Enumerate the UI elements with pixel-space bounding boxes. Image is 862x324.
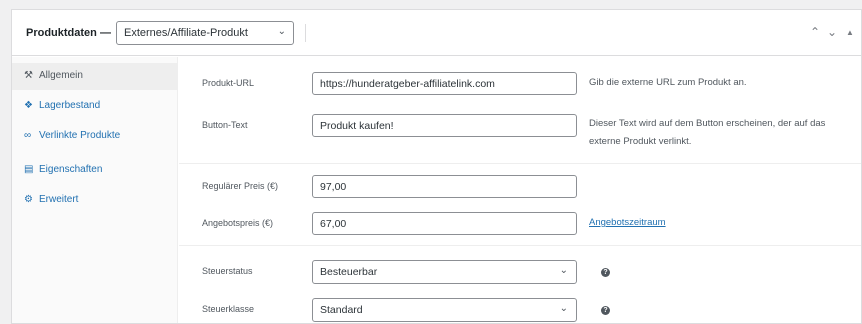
- tab-verlinkte-produkte[interactable]: ∞ Verlinkte Produkte: [12, 123, 177, 150]
- product-data-panel: Produktdaten — Externes/Affiliate-Produk…: [11, 9, 862, 324]
- button-text-description-line-2: externe Produkt verlinkt.: [589, 136, 692, 147]
- product-data-tabs: ⚒ Allgemein ❖ Lagerbestand ∞ Verlinkte Prod…: [12, 57, 178, 323]
- product-type-select[interactable]: Externes/Affiliate-Produkt ⌄: [116, 21, 294, 45]
- tab-lagerbestand[interactable]: ❖ Lagerbestand: [12, 93, 177, 120]
- tab-allgemein[interactable]: ⚒ Allgemein: [12, 63, 177, 90]
- tab-eigenschaften[interactable]: ▤ Eigenschaften: [12, 157, 177, 184]
- move-down-icon[interactable]: ⌄: [827, 25, 837, 39]
- section-divider: [179, 245, 861, 246]
- tab-label: Erweitert: [39, 194, 79, 205]
- gear-icon: ⚙: [24, 194, 33, 205]
- product-url-label: Produkt-URL: [202, 78, 255, 88]
- button-text-input[interactable]: Produkt kaufen!: [312, 114, 577, 137]
- panel-header: Produktdaten — Externes/Affiliate-Produk…: [12, 10, 861, 56]
- tab-label: Eigenschaften: [39, 164, 103, 175]
- move-up-icon[interactable]: ⌃: [810, 25, 820, 39]
- product-type-value: Externes/Affiliate-Produkt: [124, 27, 248, 39]
- help-icon[interactable]: ?: [601, 306, 610, 315]
- table-icon: ▤: [24, 164, 34, 175]
- wrench-icon: ⚒: [24, 70, 33, 81]
- help-icon[interactable]: ?: [601, 268, 610, 277]
- regular-price-value: 97,00: [320, 181, 347, 193]
- tax-status-select[interactable]: Besteuerbar ⌄: [312, 260, 577, 284]
- product-url-value: https://hunderatgeber-affiliatelink.com: [320, 78, 495, 90]
- regular-price-input[interactable]: 97,00: [312, 175, 577, 198]
- regular-price-label: Regulärer Preis (€): [202, 181, 279, 191]
- tab-label: Lagerbestand: [39, 100, 101, 111]
- sale-schedule-link[interactable]: Angebotszeitraum: [589, 217, 666, 228]
- chevron-down-icon: ⌄: [277, 26, 286, 37]
- tab-label: Allgemein: [39, 70, 83, 81]
- collapse-toggle-icon[interactable]: ▲: [846, 28, 854, 37]
- sale-price-value: 67,00: [320, 218, 347, 230]
- button-text-description-line-1: Dieser Text wird auf dem Button erschein…: [589, 118, 826, 129]
- tab-content-general: Produkt-URL https://hunderatgeber-affili…: [179, 57, 861, 323]
- chevron-down-icon: ⌄: [559, 265, 568, 276]
- chevron-down-icon: ⌄: [559, 303, 568, 314]
- header-divider: [305, 24, 306, 42]
- button-text-label: Button-Text: [202, 120, 248, 130]
- product-url-input[interactable]: https://hunderatgeber-affiliatelink.com: [312, 72, 577, 95]
- button-text-value: Produkt kaufen!: [320, 120, 394, 132]
- tag-icon: ❖: [24, 100, 33, 111]
- tab-label: Verlinkte Produkte: [39, 130, 121, 141]
- product-url-description: Gib die externe URL zum Produkt an.: [589, 77, 747, 88]
- panel-title: Produktdaten —: [26, 27, 111, 39]
- sale-price-input[interactable]: 67,00: [312, 212, 577, 235]
- tax-class-select[interactable]: Standard ⌄: [312, 298, 577, 322]
- section-divider: [179, 163, 861, 164]
- tax-class-label: Steuerklasse: [202, 304, 255, 314]
- sale-price-label: Angebotspreis (€): [202, 218, 274, 228]
- tax-class-value: Standard: [320, 304, 363, 316]
- tax-status-label: Steuerstatus: [202, 266, 253, 276]
- tab-erweitert[interactable]: ⚙ Erweitert: [12, 187, 177, 214]
- link-icon: ∞: [24, 130, 32, 141]
- tax-status-value: Besteuerbar: [320, 266, 378, 278]
